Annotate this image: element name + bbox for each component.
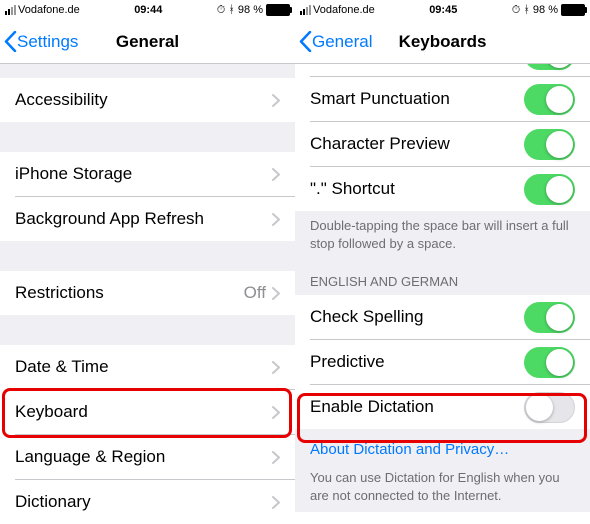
- row-check-spelling[interactable]: Check Spelling: [295, 295, 590, 339]
- alarm-icon: ⏱: [512, 4, 521, 17]
- nav-bar: Settings General: [0, 20, 295, 64]
- row-dictionary[interactable]: Dictionary: [0, 480, 295, 524]
- row-smart-punctuation[interactable]: Smart Punctuation: [295, 77, 590, 121]
- row-label: Keyboard: [15, 402, 272, 422]
- row-enable-caps-lock[interactable]: Enable Caps Lock: [295, 64, 590, 76]
- back-label: General: [312, 32, 372, 52]
- toggle-switch[interactable]: [524, 84, 575, 115]
- clock-label: 09:45: [429, 4, 457, 16]
- status-bar: Vodafone.de 09:44 ⏱ ᚼ 98 %: [0, 0, 295, 20]
- battery-icon: [561, 4, 585, 16]
- toggle-switch[interactable]: [524, 129, 575, 160]
- row-iphone-storage[interactable]: iPhone Storage: [0, 152, 295, 196]
- footer-dictation: You can use Dictation for English when y…: [295, 469, 590, 512]
- chevron-right-icon: [272, 94, 280, 107]
- toggle-switch[interactable]: [524, 392, 575, 423]
- carrier-label: Vodafone.de: [18, 4, 80, 16]
- row-label: "." Shortcut: [310, 179, 524, 199]
- row-label: Restrictions: [15, 283, 244, 303]
- row-label: Language & Region: [15, 447, 272, 467]
- row-date-time[interactable]: Date & Time: [0, 345, 295, 389]
- link-label: About Dictation and Privacy…: [310, 441, 509, 458]
- row-enable-dictation[interactable]: Enable Dictation: [295, 385, 590, 429]
- screenshot-keyboards-settings: Vodafone.de 09:45 ⏱ ᚼ 98 % General Keybo…: [295, 0, 590, 524]
- toggle-switch[interactable]: [524, 347, 575, 378]
- row-label: Enable Dictation: [310, 397, 524, 417]
- row-character-preview[interactable]: Character Preview: [295, 122, 590, 166]
- row-period-shortcut[interactable]: "." Shortcut: [295, 167, 590, 211]
- signal-icon: [300, 5, 311, 15]
- row-keyboard[interactable]: Keyboard: [0, 390, 295, 434]
- chevron-left-icon: [4, 31, 17, 52]
- row-predictive[interactable]: Predictive: [295, 340, 590, 384]
- chevron-right-icon: [272, 451, 280, 464]
- row-value: Off: [244, 283, 266, 303]
- battery-pct: 98 %: [238, 4, 263, 16]
- row-label: Smart Punctuation: [310, 89, 524, 109]
- row-label: Dictionary: [15, 492, 272, 512]
- chevron-right-icon: [272, 406, 280, 419]
- row-background-app-refresh[interactable]: Background App Refresh: [0, 197, 295, 241]
- row-label: Check Spelling: [310, 307, 524, 327]
- battery-pct: 98 %: [533, 4, 558, 16]
- settings-list[interactable]: Accessibility iPhone Storage Background …: [0, 64, 295, 524]
- bluetooth-icon: ᚼ: [228, 4, 235, 16]
- chevron-right-icon: [272, 496, 280, 509]
- keyboards-list[interactable]: Enable Caps Lock Smart Punctuation Chara…: [295, 64, 590, 524]
- carrier-label: Vodafone.de: [313, 4, 375, 16]
- row-language-region[interactable]: Language & Region: [0, 435, 295, 479]
- row-label: iPhone Storage: [15, 164, 272, 184]
- chevron-right-icon: [272, 213, 280, 226]
- row-label: Predictive: [310, 352, 524, 372]
- row-label: Background App Refresh: [15, 209, 272, 229]
- toggle-switch[interactable]: [524, 302, 575, 333]
- section-header-languages: ENGLISH AND GERMAN: [295, 260, 590, 295]
- chevron-left-icon: [299, 31, 312, 52]
- back-button[interactable]: General: [295, 31, 372, 52]
- clock-label: 09:44: [134, 4, 162, 16]
- battery-icon: [266, 4, 290, 16]
- alarm-icon: ⏱: [217, 4, 226, 17]
- row-label: Date & Time: [15, 357, 272, 377]
- row-label: Character Preview: [310, 134, 524, 154]
- chevron-right-icon: [272, 168, 280, 181]
- bluetooth-icon: ᚼ: [523, 4, 530, 16]
- footer-period-shortcut: Double-tapping the space bar will insert…: [295, 211, 590, 260]
- back-label: Settings: [17, 32, 78, 52]
- back-button[interactable]: Settings: [0, 31, 78, 52]
- row-accessibility[interactable]: Accessibility: [0, 78, 295, 122]
- status-bar: Vodafone.de 09:45 ⏱ ᚼ 98 %: [295, 0, 590, 20]
- screenshot-general-settings: Vodafone.de 09:44 ⏱ ᚼ 98 % Settings Gene…: [0, 0, 295, 524]
- row-label: Accessibility: [15, 90, 272, 110]
- chevron-right-icon: [272, 287, 280, 300]
- row-restrictions[interactable]: Restrictions Off: [0, 271, 295, 315]
- signal-icon: [5, 5, 16, 15]
- chevron-right-icon: [272, 361, 280, 374]
- toggle-switch[interactable]: [524, 174, 575, 205]
- toggle-switch[interactable]: [524, 64, 575, 70]
- nav-bar: General Keyboards: [295, 20, 590, 64]
- link-about-dictation[interactable]: About Dictation and Privacy…: [295, 429, 590, 469]
